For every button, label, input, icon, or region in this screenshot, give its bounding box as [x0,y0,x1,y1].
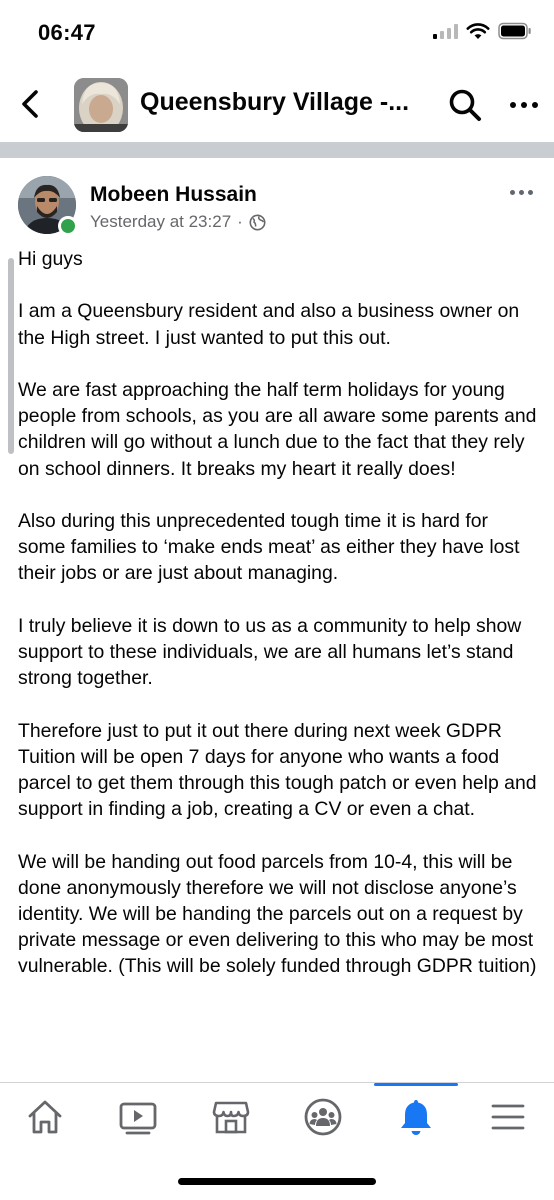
scroll-indicator [8,258,14,454]
post-timestamp[interactable]: Yesterday at 23:27 [90,212,231,232]
video-play-icon [119,1102,157,1135]
post-body: Hi guys I am a Queensbury resident and a… [18,246,538,1006]
wifi-icon [466,23,490,39]
tab-notifications[interactable] [389,1092,443,1142]
group-header: Queensbury Village -... [0,68,554,140]
globe-icon [249,214,266,230]
post-paragraph: I truly believe it is down to us as a co… [18,614,522,690]
tab-watch[interactable] [111,1092,165,1142]
marketplace-store-icon [212,1101,250,1134]
group-avatar-image [74,78,128,132]
more-dots-icon [510,102,516,108]
tab-groups[interactable] [296,1092,350,1142]
post-paragraph: I am a Queensbury resident and also a bu… [18,300,520,349]
meta-separator: · [237,212,243,231]
tab-menu[interactable] [481,1092,535,1142]
post-options-button[interactable] [510,186,540,198]
tab-home[interactable] [18,1092,72,1142]
home-indicator [178,1178,376,1185]
post-paragraph: We will be handing out food parcels from… [18,850,537,978]
status-bar: 06:47 [0,0,554,64]
battery-icon [498,22,531,40]
more-dots-icon [510,189,515,195]
home-icon [28,1100,62,1134]
search-button[interactable] [446,86,484,124]
online-status-indicator [58,216,78,236]
status-icons [433,22,532,40]
group-title[interactable]: Queensbury Village -... [140,88,420,117]
bell-icon [401,1100,431,1135]
search-icon [449,89,481,121]
hamburger-menu-icon [491,1104,525,1130]
chevron-left-icon [22,90,38,118]
post-author-name[interactable]: Mobeen Hussain [90,183,257,207]
post-paragraph: We are fast approaching the half term ho… [18,378,537,480]
active-tab-indicator [374,1083,458,1086]
post-meta: Yesterday at 23:27 · [90,212,266,232]
group-avatar[interactable] [74,78,128,132]
groups-icon [304,1098,342,1136]
section-divider [0,142,554,158]
post-paragraph: Also during this unprecedented tough tim… [18,509,520,585]
back-button[interactable] [14,86,46,122]
cellular-signal-icon [433,23,458,39]
tab-marketplace[interactable] [204,1092,258,1142]
post-paragraph: Therefore just to put it out there durin… [18,719,537,821]
more-options-button[interactable] [504,90,544,120]
status-time: 06:47 [38,20,96,45]
post-paragraph: Hi guys [18,248,83,270]
